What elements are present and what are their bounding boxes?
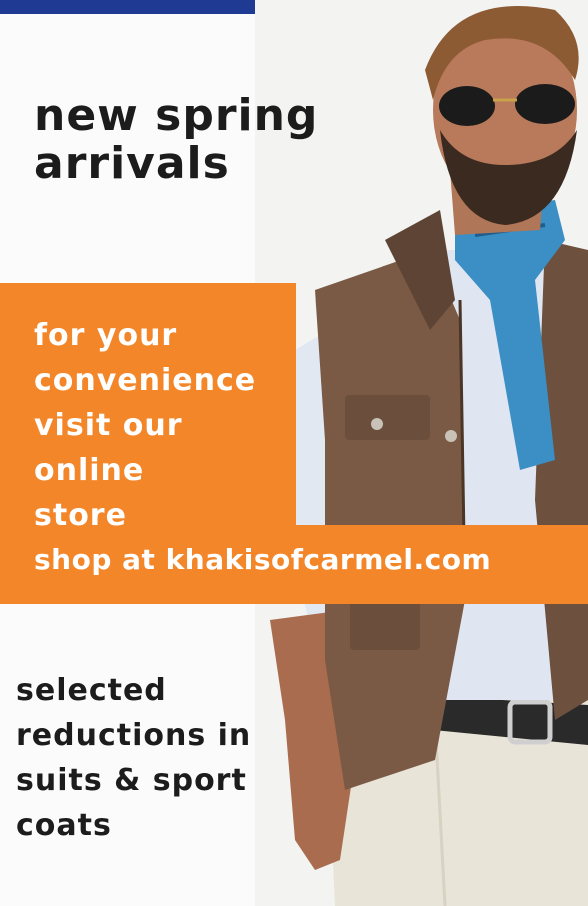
convenience-line-3: visit our [34, 408, 183, 443]
convenience-line-4: online [34, 453, 145, 488]
convenience-text: for your convenience visit our online st… [34, 313, 256, 538]
reductions-line-1: selected [16, 673, 167, 708]
reductions-line-4: coats [16, 808, 112, 843]
headline-line-2: arrivals [34, 138, 230, 189]
headline: new spring arrivals [34, 92, 318, 188]
headline-line-1: new spring [34, 90, 319, 141]
convenience-line-1: for your [34, 318, 178, 353]
promo-poster: new spring arrivals for your convenience… [0, 0, 588, 906]
reductions-text: selected reductions in suits & sport coa… [16, 668, 251, 848]
convenience-line-5: store [34, 498, 127, 533]
shop-website-link[interactable]: shop at khakisofcarmel.com [34, 538, 491, 582]
reductions-line-2: reductions in [16, 718, 252, 753]
convenience-line-2: convenience [34, 363, 257, 398]
reductions-line-3: suits & sport [16, 763, 247, 798]
